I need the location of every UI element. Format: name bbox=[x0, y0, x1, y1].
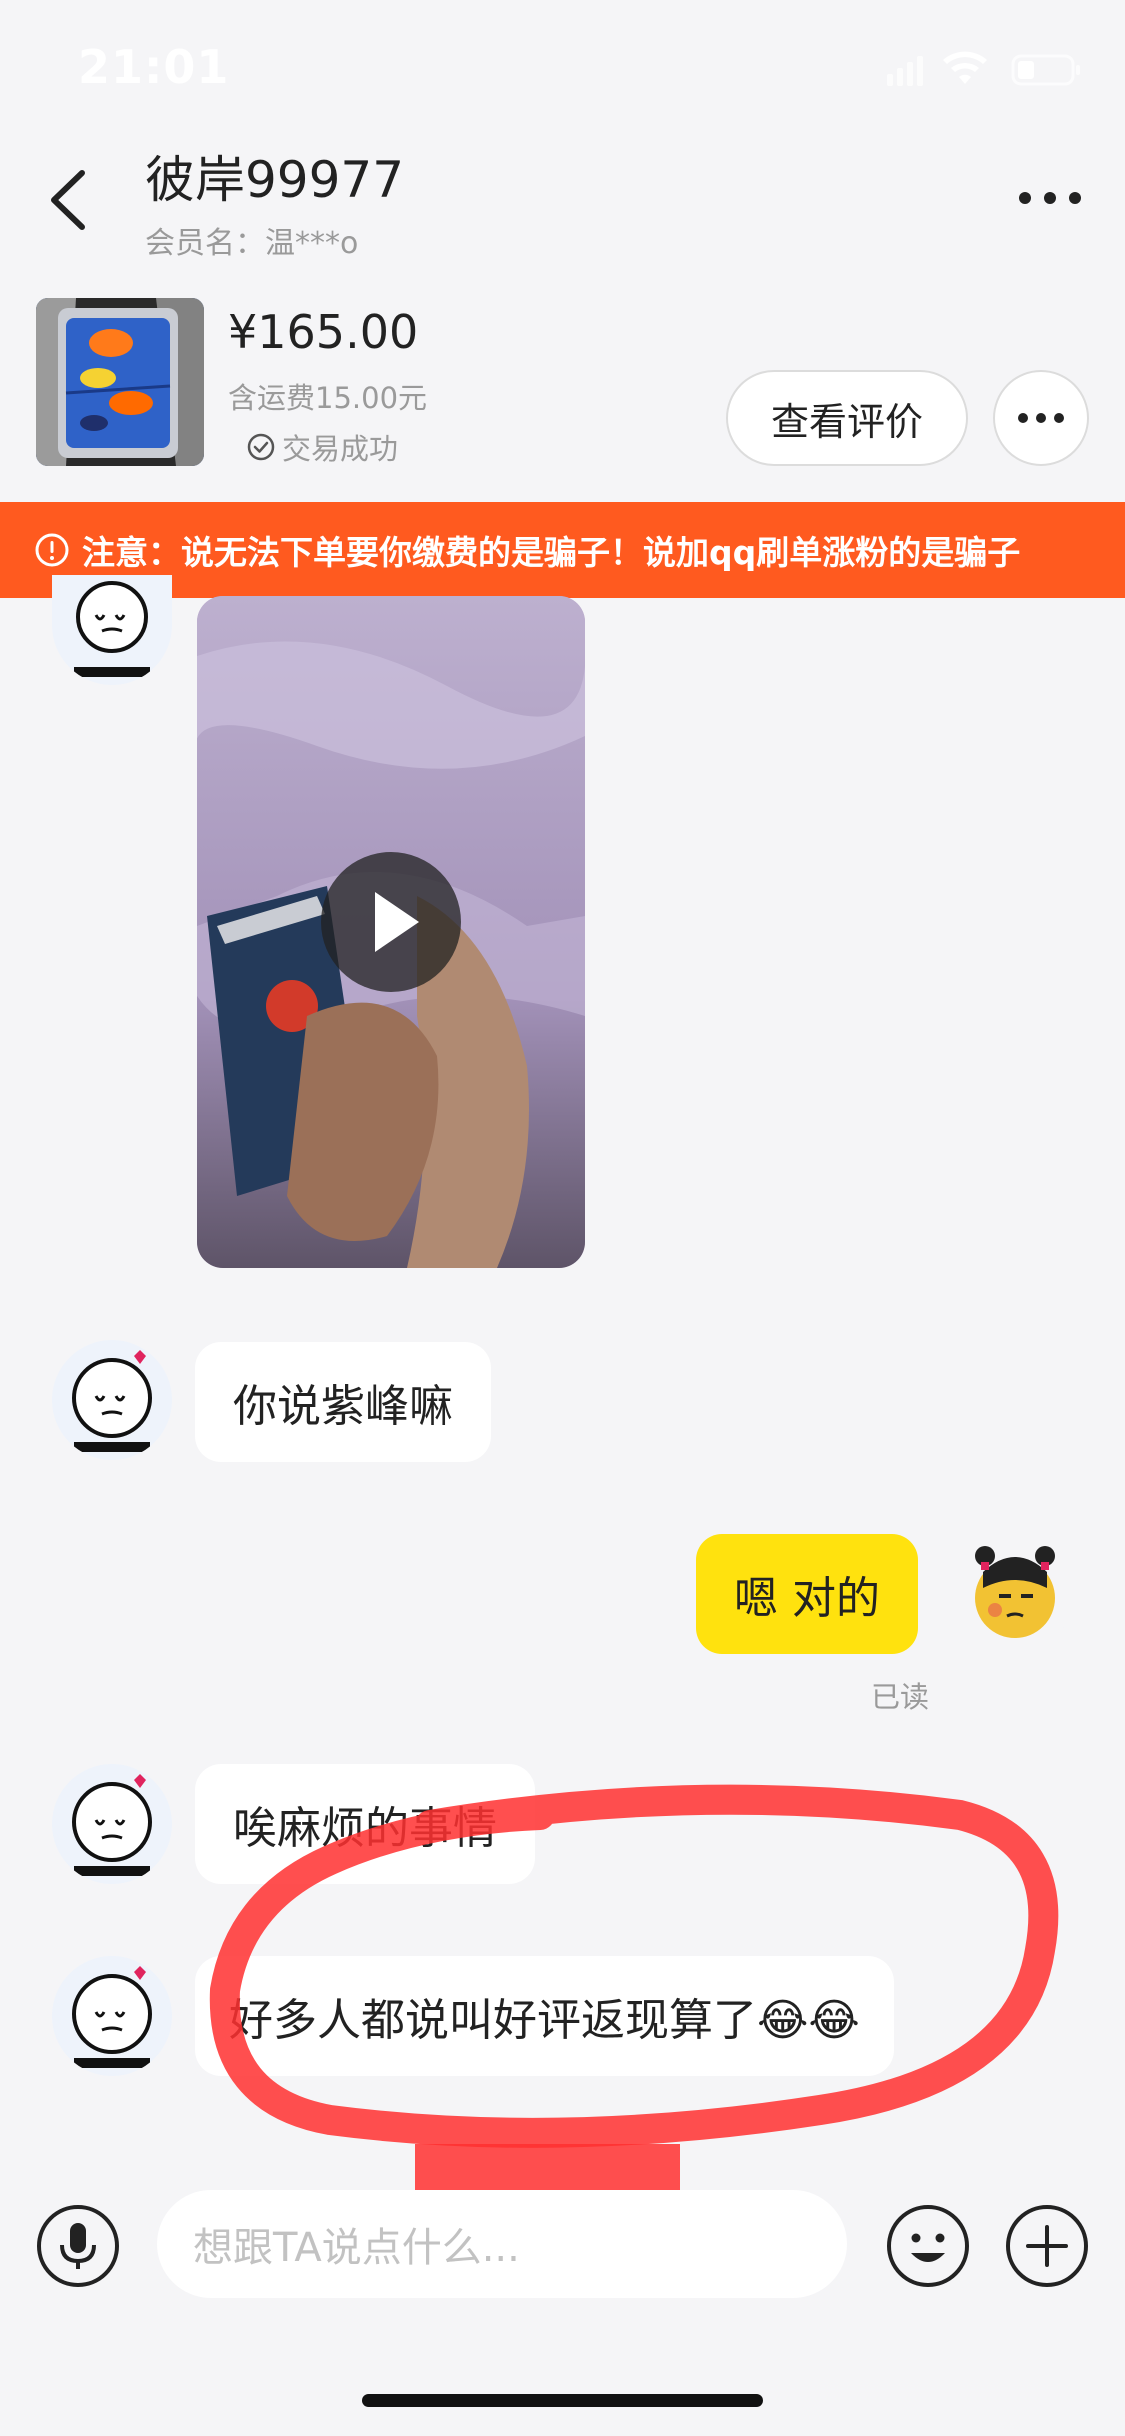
emoji-icon[interactable] bbox=[885, 2203, 971, 2289]
contact-avatar[interactable] bbox=[52, 1340, 172, 1460]
product-image[interactable] bbox=[36, 298, 204, 466]
deal-status-text: 交易成功 bbox=[282, 432, 399, 466]
shipping-fee: 含运费15.00元 bbox=[228, 381, 428, 415]
more-horizontal-icon[interactable] bbox=[1015, 178, 1085, 218]
my-avatar[interactable] bbox=[955, 1532, 1075, 1652]
member-name: 会员名：温***o bbox=[145, 226, 359, 261]
view-review-button[interactable]: 查看评价 bbox=[726, 370, 968, 466]
wifi-icon bbox=[943, 51, 987, 84]
chevron-left-icon[interactable] bbox=[40, 165, 100, 235]
message-bubble-sent[interactable]: 嗯 对的 bbox=[696, 1534, 918, 1654]
contact-avatar[interactable] bbox=[52, 1956, 172, 2076]
home-indicator[interactable] bbox=[362, 2394, 763, 2407]
more-horizontal-icon bbox=[1018, 413, 1064, 423]
message-bubble-received[interactable]: 唉麻烦的事情 bbox=[195, 1764, 535, 1884]
signal-icon bbox=[887, 56, 923, 86]
deal-status: 交易成功 bbox=[246, 426, 398, 468]
microphone-icon[interactable] bbox=[35, 2203, 121, 2289]
warning-text: 注意：说无法下单要你缴费的是骗子！说加qq刷单涨粉的是骗子 bbox=[82, 533, 1021, 572]
alert-circle-icon bbox=[35, 533, 69, 567]
check-circle-icon bbox=[247, 433, 275, 461]
message-input[interactable]: 想跟TA说点什么... bbox=[157, 2190, 847, 2298]
message-bubble-received[interactable]: 你说紫峰嘛 bbox=[195, 1342, 491, 1462]
status-icons bbox=[887, 51, 1080, 86]
video-message[interactable] bbox=[197, 596, 585, 1268]
product-more-button[interactable] bbox=[993, 370, 1089, 466]
status-time: 21:01 bbox=[78, 40, 230, 94]
message-input-placeholder: 想跟TA说点什么... bbox=[193, 2225, 520, 2271]
message-bubble-received[interactable]: 好多人都说叫好评返现算了😂😂 bbox=[195, 1956, 894, 2076]
contact-avatar[interactable] bbox=[52, 1764, 172, 1884]
read-status: 已读 bbox=[871, 1680, 930, 1714]
battery-icon bbox=[1011, 54, 1080, 86]
contact-avatar[interactable] bbox=[52, 575, 172, 685]
chat-title: 彼岸99977 bbox=[145, 151, 405, 209]
plus-icon[interactable] bbox=[1004, 2203, 1090, 2289]
product-price: ¥165.00 bbox=[228, 305, 419, 359]
